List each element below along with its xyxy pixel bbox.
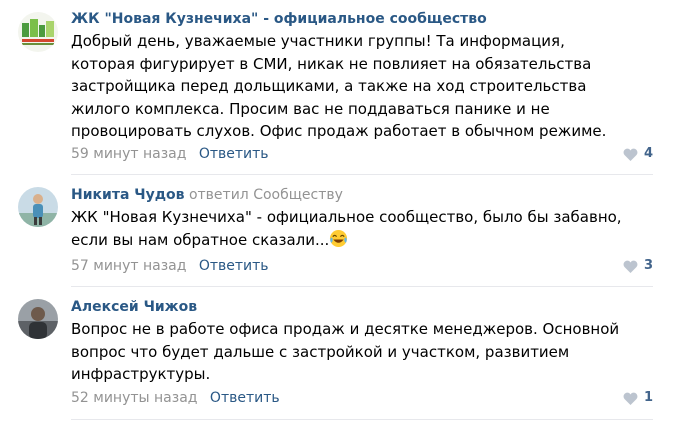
heart-icon	[623, 148, 638, 161]
timestamp[interactable]: 59 минут назад	[71, 146, 186, 162]
like-button[interactable]: 4	[623, 145, 653, 163]
comment-divider	[71, 419, 653, 420]
heart-icon	[623, 260, 638, 273]
timestamp[interactable]: 52 минуты назад	[71, 390, 197, 406]
comment: Никита Чудов ответил Сообществу ЖК "Нова…	[0, 175, 673, 287]
comment-meta: 57 минут назад Ответить	[71, 257, 269, 275]
like-button[interactable]: 3	[623, 257, 653, 275]
author-line: ЖК "Новая Кузнечиха" - официальное сообщ…	[71, 10, 487, 28]
user-photo-icon	[18, 299, 58, 339]
comment: ЖК "Новая Кузнечиха" - официальное сообщ…	[0, 0, 673, 175]
laughing-emoji-icon	[330, 229, 348, 247]
author-name[interactable]: Алексей Чижов	[71, 299, 197, 315]
reply-button[interactable]: Ответить	[199, 146, 269, 162]
comment-text: Добрый день, уважаемые участники группы!…	[71, 32, 607, 140]
avatar[interactable]	[18, 299, 58, 339]
reply-button[interactable]: Ответить	[210, 390, 280, 406]
avatar[interactable]	[18, 187, 58, 227]
author-name[interactable]: ЖК "Новая Кузнечиха" - официальное сообщ…	[71, 11, 487, 27]
author-line: Алексей Чижов	[71, 298, 197, 316]
avatar[interactable]	[18, 12, 58, 52]
author-line: Никита Чудов ответил Сообществу	[71, 186, 343, 204]
comment-text: Вопрос не в работе офиса продаж и десятк…	[71, 320, 620, 383]
comment-meta: 59 минут назад Ответить	[71, 145, 269, 163]
comment-text: ЖК "Новая Кузнечиха" - официальное сообщ…	[71, 206, 631, 251]
reply-to-label[interactable]: ответил Сообществу	[189, 187, 343, 203]
like-count: 1	[643, 390, 653, 405]
timestamp[interactable]: 57 минут назад	[71, 258, 186, 274]
user-photo-icon	[18, 187, 58, 227]
author-name[interactable]: Никита Чудов	[71, 187, 185, 203]
comment-feed: ЖК "Новая Кузнечиха" - официальное сообщ…	[0, 0, 673, 428]
like-count: 3	[643, 258, 653, 273]
like-count: 4	[643, 146, 653, 161]
community-logo-icon	[18, 12, 58, 52]
comment-meta: 52 минуты назад Ответить	[71, 389, 280, 407]
heart-icon	[623, 392, 638, 405]
like-button[interactable]: 1	[623, 389, 653, 407]
reply-button[interactable]: Ответить	[199, 258, 269, 274]
comment: Алексей Чижов Вопрос не в работе офиса п…	[0, 287, 673, 428]
